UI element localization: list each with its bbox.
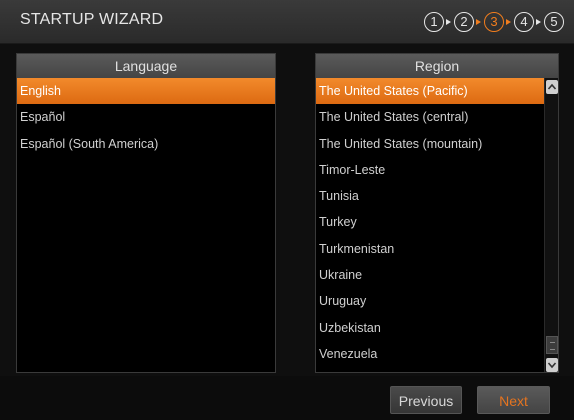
language-list[interactable]: English Español Español (South America): [17, 78, 275, 157]
language-item-espanol-south-america[interactable]: Español (South America): [17, 131, 275, 157]
step-arrow-icon: [474, 12, 484, 32]
title-bar: STARTUP WIZARD 1 2 3 4 5: [0, 0, 574, 44]
region-item[interactable]: Turkmenistan: [316, 236, 557, 262]
next-button[interactable]: Next: [477, 386, 550, 414]
region-scrollbar[interactable]: [544, 78, 558, 372]
step-3: 3: [484, 12, 504, 32]
step-4: 4: [514, 12, 534, 32]
language-item-espanol[interactable]: Español: [17, 104, 275, 130]
previous-button[interactable]: Previous: [390, 386, 462, 414]
region-item[interactable]: Uruguay: [316, 288, 557, 314]
region-item[interactable]: Turkey: [316, 209, 557, 235]
region-item[interactable]: The United States (mountain): [316, 131, 557, 157]
region-item[interactable]: The United States (central): [316, 104, 557, 130]
chevron-up-icon: [547, 83, 557, 90]
step-arrow-icon: [534, 12, 544, 32]
chevron-down-icon: [547, 362, 557, 369]
scroll-thumb[interactable]: [546, 336, 558, 354]
region-item[interactable]: Tunisia: [316, 183, 557, 209]
region-header: Region: [316, 54, 558, 78]
startup-wizard-window: STARTUP WIZARD 1 2 3 4 5 Language Englis…: [0, 0, 574, 420]
step-arrow-icon: [444, 12, 454, 32]
language-panel: Language English Español Español (South …: [16, 53, 276, 373]
region-panel: Region The United States (Pacific) The U…: [315, 53, 559, 373]
region-item[interactable]: Ukraine: [316, 262, 557, 288]
step-indicator: 1 2 3 4 5: [424, 10, 564, 34]
scroll-up-button[interactable]: [546, 80, 558, 94]
region-item[interactable]: Timor-Leste: [316, 157, 557, 183]
step-arrow-icon: [504, 12, 514, 32]
region-item[interactable]: The United States (Pacific): [316, 78, 557, 105]
step-5: 5: [544, 12, 564, 32]
language-header: Language: [17, 54, 275, 78]
scroll-down-button[interactable]: [546, 358, 558, 372]
window-title: STARTUP WIZARD: [20, 11, 164, 28]
step-2: 2: [454, 12, 474, 32]
step-1: 1: [424, 12, 444, 32]
region-item[interactable]: Venezuela: [316, 341, 557, 367]
region-item[interactable]: Uzbekistan: [316, 315, 557, 341]
region-list[interactable]: The United States (Pacific) The United S…: [316, 78, 558, 367]
language-item-english[interactable]: English: [17, 78, 275, 105]
